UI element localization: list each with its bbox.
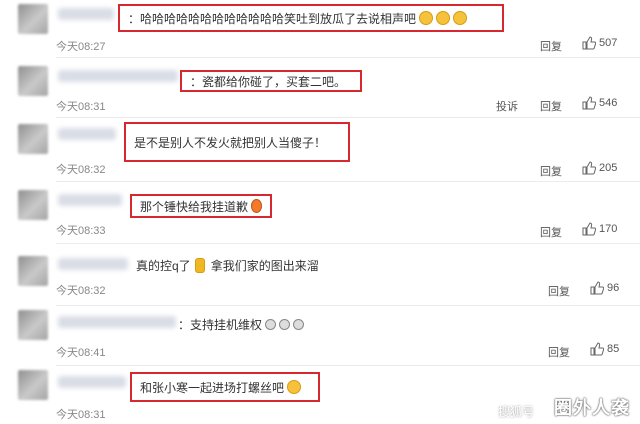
avatar[interactable] [18,370,48,400]
comment-row: 是不是别人不发火就把别人当傻子！ 今天08:32 回复 205 [0,118,640,182]
like-button[interactable]: 85 [590,342,619,356]
comment-row: ：哈哈哈哈哈哈哈哈哈哈哈哈笑吐到放瓜了去说相声吧 今天08:27 回复 507 [0,0,640,58]
like-count: 546 [599,97,618,109]
comment-row: ：支持挂机维权 今天08:41 回复 85 [0,306,640,366]
username-blurred[interactable] [58,70,178,82]
comment-row: 和张小寒一起进场打螺丝吧 今天08:31 [0,366,640,424]
username-blurred[interactable] [58,8,114,20]
like-button[interactable]: 546 [582,96,617,110]
avatar[interactable] [18,310,48,340]
avatar[interactable] [18,256,48,286]
reply-button[interactable]: 回复 [548,283,570,299]
thumbs-up-icon [590,281,604,295]
thumbs-up-icon [582,36,596,50]
reply-button[interactable]: 回复 [540,224,562,240]
comment-row: 那个锤快给我挂道歉 今天08:33 回复 170 [0,182,640,244]
laughing-emoji-icon [419,11,434,25]
watermark-source: 搜狐号 [498,405,535,419]
comment-time: 今天08:32 [56,164,106,176]
comment-time: 今天08:33 [56,225,106,237]
comment-text: 真的控q了 拿我们家的图出来溜 [136,257,319,273]
comment-text: 那个锤快给我挂道歉 [130,194,272,218]
comment-text: 和张小寒一起进场打螺丝吧 [130,372,320,402]
reply-button[interactable]: 回复 [548,344,570,360]
thumbs-up-icon [582,222,596,236]
reply-button[interactable]: 回复 [540,98,562,114]
avatar[interactable] [18,4,48,34]
thumbs-up-icon [582,96,596,110]
like-count: 96 [607,282,620,294]
happy-emoji-icon [287,380,302,394]
watermark-brand: 圈外人袭 [554,398,630,418]
angry-emoji-icon [251,199,262,213]
idol-figure-icon [194,257,205,273]
thumbs-up-icon [582,161,596,175]
comment-text: 是不是别人不发火就把别人当傻子！ [124,122,350,162]
username-blurred[interactable] [58,194,122,206]
comment-time: 今天08:32 [56,285,106,297]
smile-emoji-icon [293,318,305,330]
comment-row: ：瓷都给你碰了，买套二吧。 今天08:31 投诉 回复 546 [0,58,640,118]
comment-time: 今天08:41 [56,347,106,359]
comment-time: 今天08:27 [56,41,106,53]
avatar[interactable] [18,66,48,96]
smile-emoji-icon [279,318,291,330]
comment-time: 今天08:31 [56,101,106,113]
like-button[interactable]: 170 [582,222,617,236]
report-button[interactable]: 投诉 [496,98,518,114]
laughing-emoji-icon [453,11,468,25]
like-button[interactable]: 96 [590,281,619,295]
comment-text: ：支持挂机维权 [178,316,305,332]
comment-text: ：哈哈哈哈哈哈哈哈哈哈哈哈笑吐到放瓜了去说相声吧 [118,4,504,32]
smile-emoji-icon [265,318,277,330]
thumbs-up-icon [590,342,604,356]
like-button[interactable]: 507 [582,36,617,50]
like-count: 205 [599,162,618,174]
comment-time: 今天08:31 [56,409,106,421]
like-count: 85 [607,343,620,355]
comment-row: 真的控q了 拿我们家的图出来溜 今天08:32 回复 96 [0,244,640,306]
username-blurred[interactable] [58,258,128,270]
reply-button[interactable]: 回复 [540,163,562,179]
like-count: 507 [599,37,618,49]
like-count: 170 [599,223,618,235]
username-blurred[interactable] [58,316,176,328]
username-blurred[interactable] [58,376,126,388]
like-button[interactable]: 205 [582,161,617,175]
avatar[interactable] [18,124,48,154]
laughing-emoji-icon [436,11,451,25]
username-blurred[interactable] [58,128,116,140]
comment-text: ：瓷都给你碰了，买套二吧。 [180,70,362,92]
avatar[interactable] [18,190,48,220]
reply-button[interactable]: 回复 [540,38,562,54]
